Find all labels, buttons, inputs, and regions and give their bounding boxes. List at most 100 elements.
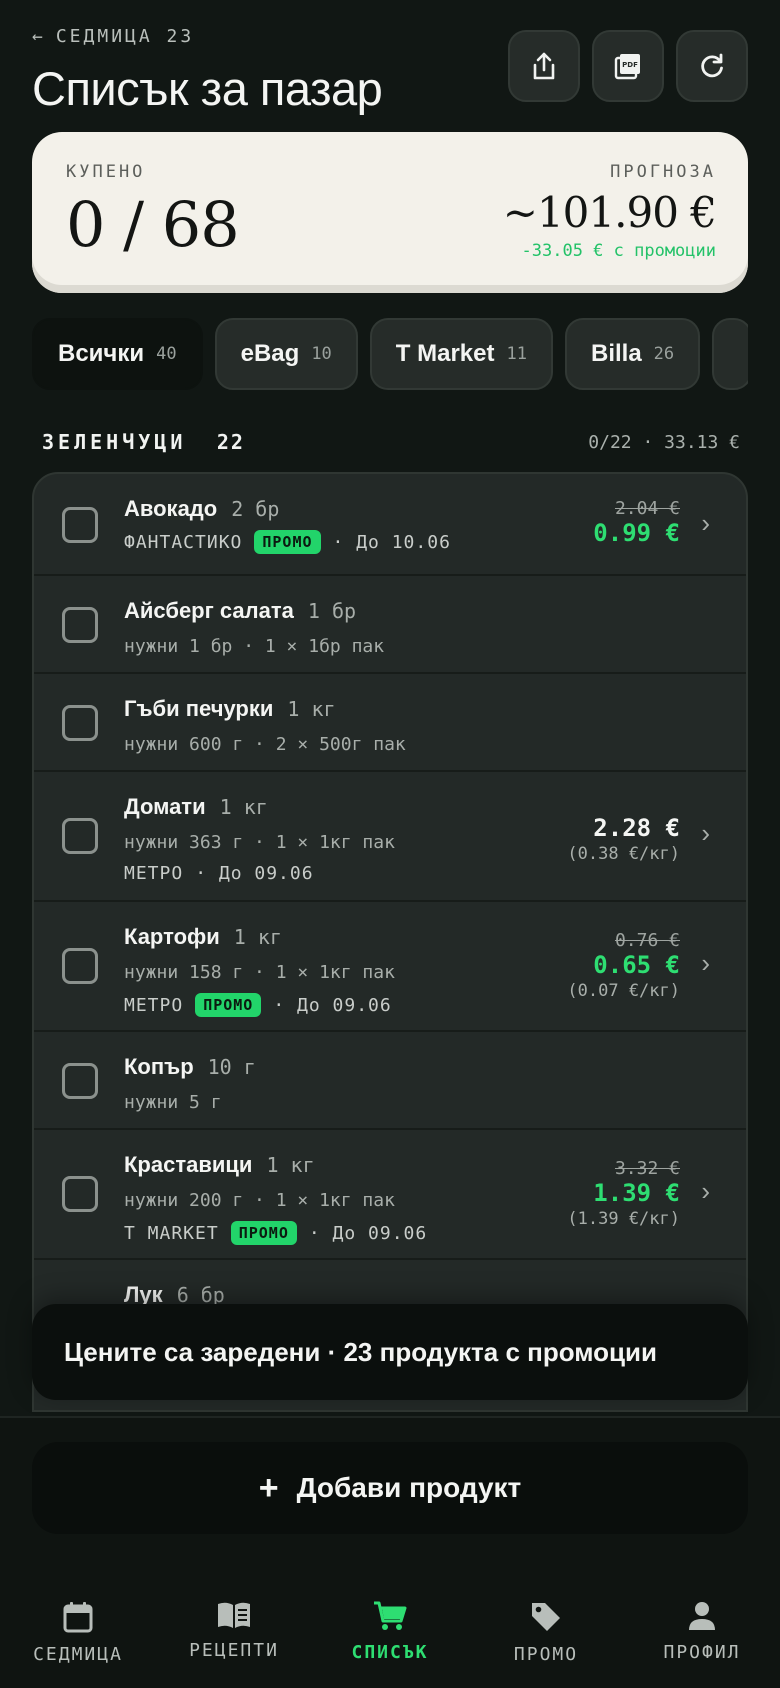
item-name: Краставици <box>124 1152 253 1177</box>
item-detail: нужни 363 г · 1 × 1кг пак <box>124 832 395 853</box>
forecast-summary: ПРОГНОЗА ~101.90 € -33.05 € с промоции <box>502 162 717 261</box>
shopping-list: Авокадо 2 бр ФАНТАСТИКО ПРОМО · До 10.06… <box>32 472 748 1412</box>
section-count: 22 <box>216 430 245 454</box>
promo-price: 0.65 € <box>593 951 680 979</box>
old-price: 2.04 € <box>614 498 680 519</box>
chip-count: 26 <box>653 344 675 364</box>
pdf-icon: PDF <box>614 54 640 80</box>
list-item[interactable]: Гъби печурки 1 кг нужни 600 г · 2 × 500г… <box>34 674 746 772</box>
list-item[interactable]: Краставици 1 кг нужни 200 г · 1 × 1кг па… <box>34 1130 746 1260</box>
bottom-area: + Добави продукт СЕДМИЦА РЕЦЕПТИ СПИСЪК … <box>0 1416 780 1688</box>
list-item[interactable]: Домати 1 кг нужни 363 г · 1 × 1кг пак МЕ… <box>34 772 746 902</box>
promo-badge: ПРОМО <box>230 1221 297 1245</box>
item-price: 2.04 € 0.99 € <box>593 498 680 547</box>
item-until: · До 09.06 <box>273 994 392 1016</box>
list-item[interactable]: Картофи 1 кг нужни 158 г · 1 × 1кг пак М… <box>34 902 746 1032</box>
item-detail: нужни 158 г · 1 × 1кг пак <box>124 962 395 983</box>
item-name: Картофи <box>124 924 220 949</box>
item-info: Картофи 1 кг нужни 158 г · 1 × 1кг пак М… <box>124 924 395 1017</box>
tab-profile[interactable]: ПРОФИЛ <box>624 1568 780 1688</box>
item-price: 2.28 € (0.38 €/кг) <box>567 814 680 864</box>
item-checkbox[interactable] <box>62 705 98 741</box>
filter-chip-all[interactable]: Всички 40 <box>32 318 203 390</box>
back-arrow-icon: ← <box>32 26 46 47</box>
chevron-right-icon[interactable]: › <box>701 948 710 979</box>
item-checkbox[interactable] <box>62 818 98 854</box>
list-item[interactable]: Авокадо 2 бр ФАНТАСТИКО ПРОМО · До 10.06… <box>34 474 746 576</box>
item-store: МЕТРО <box>124 863 184 884</box>
add-product-label: Добави продукт <box>296 1472 522 1503</box>
refresh-icon <box>701 53 723 78</box>
plus-icon: + <box>258 1468 279 1507</box>
filter-chip-more[interactable] <box>712 318 748 390</box>
status-toast: Цените са заредени · 23 продукта с промо… <box>32 1304 748 1400</box>
item-info: Краставици 1 кг нужни 200 г · 1 × 1кг па… <box>124 1152 427 1245</box>
list-item[interactable]: Копър 10 г нужни 5 г <box>34 1032 746 1130</box>
item-checkbox[interactable] <box>62 607 98 643</box>
item-checkbox[interactable] <box>62 948 98 984</box>
item-detail: нужни 200 г · 1 × 1кг пак <box>124 1190 395 1211</box>
forecast-label: ПРОГНОЗА <box>610 162 716 182</box>
item-qty: 10 г <box>207 1055 256 1079</box>
tab-label: СПИСЪК <box>351 1642 429 1663</box>
chip-label: T Market <box>395 340 495 367</box>
item-info: Авокадо 2 бр ФАНТАСТИКО ПРОМО · До 10.06 <box>124 496 451 554</box>
tab-label: ПРОМО <box>513 1644 579 1665</box>
chevron-right-icon[interactable]: › <box>701 508 710 539</box>
tab-recipes[interactable]: РЕЦЕПТИ <box>156 1568 312 1688</box>
chip-label: Billa <box>590 340 642 367</box>
person-icon <box>689 1602 715 1630</box>
tab-label: ПРОФИЛ <box>663 1642 741 1663</box>
item-info: Домати 1 кг нужни 363 г · 1 × 1кг пак МЕ… <box>124 794 395 884</box>
item-until: · До 10.06 <box>332 531 451 553</box>
tab-list[interactable]: СПИСЪК <box>312 1568 468 1688</box>
forecast-value: ~101.90 € <box>502 188 717 237</box>
item-checkbox[interactable] <box>62 1063 98 1099</box>
bottom-tab-bar: СЕДМИЦА РЕЦЕПТИ СПИСЪК ПРОМО ПРОФИЛ <box>0 1568 780 1688</box>
pdf-button[interactable]: PDF <box>592 30 664 102</box>
item-name: Копър <box>124 1054 194 1079</box>
refresh-button[interactable] <box>676 30 748 102</box>
tab-label: РЕЦЕПТИ <box>189 1640 279 1661</box>
item-info: Копър 10 г нужни 5 г <box>124 1054 256 1113</box>
item-price: 3.32 € 1.39 € (1.39 €/кг) <box>567 1158 680 1229</box>
share-icon <box>533 52 555 80</box>
item-name: Айсберг салата <box>124 598 294 623</box>
bought-label: КУПЕНО <box>66 162 146 182</box>
filter-chip-billa[interactable]: Billa 26 <box>564 318 701 390</box>
item-price: 0.76 € 0.65 € (0.07 €/кг) <box>567 930 680 1001</box>
filter-chip-ebag[interactable]: eBag 10 <box>214 318 358 390</box>
old-price: 3.32 € <box>614 1158 680 1179</box>
chip-label: eBag <box>240 340 300 367</box>
chevron-right-icon[interactable]: › <box>701 1176 710 1207</box>
item-name: Домати <box>124 794 206 819</box>
tab-week[interactable]: СЕДМИЦА <box>0 1568 156 1688</box>
unit-price: (0.38 €/кг) <box>567 844 680 864</box>
chip-count: 11 <box>506 344 527 364</box>
item-qty: 1 кг <box>233 925 282 949</box>
unit-price: (1.39 €/кг) <box>567 1209 680 1229</box>
item-until: · До 09.06 <box>195 863 314 884</box>
list-item[interactable]: Айсберг салата 1 бр нужни 1 бр · 1 × 1бр… <box>34 576 746 674</box>
calendar-icon <box>63 1602 93 1633</box>
old-price: 0.76 € <box>614 930 680 951</box>
svg-text:PDF: PDF <box>622 61 638 69</box>
chevron-right-icon[interactable]: › <box>701 818 710 849</box>
item-checkbox[interactable] <box>62 1176 98 1212</box>
toast-message: Цените са заредени · 23 продукта с промо… <box>64 1336 657 1367</box>
promo-savings: -33.05 € с промоции <box>521 241 716 261</box>
promo-badge: ПРОМО <box>254 530 321 554</box>
item-name: Авокадо <box>124 496 218 521</box>
item-info: Гъби печурки 1 кг нужни 600 г · 2 × 500г… <box>124 696 406 755</box>
tab-label: СЕДМИЦА <box>33 1644 123 1665</box>
item-checkbox[interactable] <box>62 507 98 543</box>
tab-promo[interactable]: ПРОМО <box>468 1568 624 1688</box>
item-store: ФАНТАСТИКО <box>124 531 243 553</box>
share-button[interactable] <box>508 30 580 102</box>
filter-chip-tmarket[interactable]: T Market 11 <box>369 318 553 390</box>
chip-count: 10 <box>311 344 332 364</box>
item-qty: 1 кг <box>266 1153 315 1177</box>
book-icon <box>218 1602 250 1628</box>
add-product-button[interactable]: + Добави продукт <box>32 1442 748 1534</box>
promo-price: 1.39 € <box>593 1179 680 1207</box>
